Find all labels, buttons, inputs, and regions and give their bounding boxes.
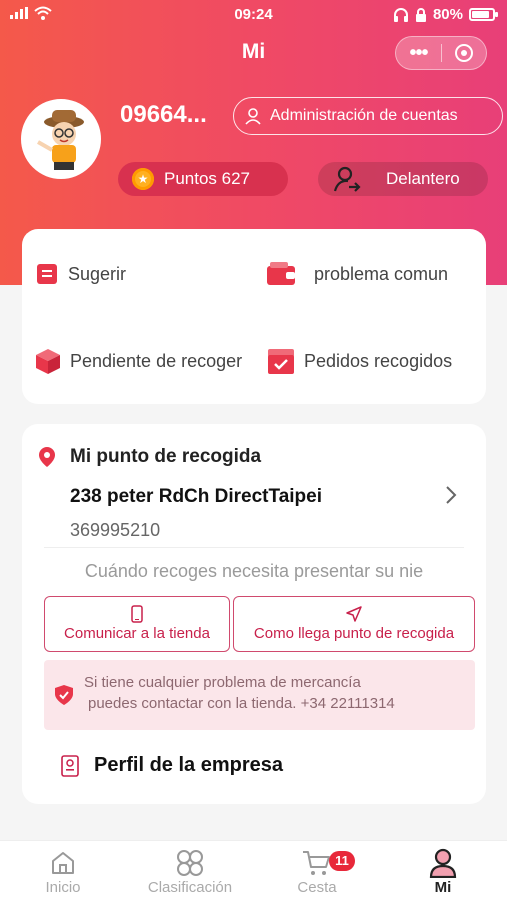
- status-right: 80%: [393, 6, 498, 23]
- service-item-pending[interactable]: Pendiente de recoger: [34, 347, 242, 375]
- cart-icon: [303, 851, 330, 875]
- headphones-icon: [393, 7, 408, 22]
- avatar-cartoon-icon: [24, 102, 98, 176]
- service-label: Pendiente de recoger: [70, 350, 243, 371]
- company-profile-label: Perfil de la empresa: [94, 754, 283, 776]
- mobile-phone-icon: [131, 605, 143, 623]
- checked-box-icon: [268, 349, 294, 374]
- points-badge[interactable]: Puntos 627: [118, 162, 288, 196]
- notice-box: Si tiene cualquier problema de mercancía…: [44, 660, 475, 730]
- cart-badge: 11: [329, 851, 355, 871]
- tab-cart[interactable]: Cesta 11: [254, 847, 380, 896]
- service-item-suggest[interactable]: Sugerir: [34, 261, 126, 287]
- directions-button[interactable]: Como llega punto de recogida: [233, 596, 475, 652]
- more-button[interactable]: •••: [396, 36, 441, 70]
- suggest-icon: [37, 264, 57, 284]
- pickup-phone: 369995210: [70, 520, 161, 540]
- user-arrow-icon: [334, 166, 361, 192]
- lock-rotation-icon: [415, 7, 426, 22]
- user-outline-icon: [245, 108, 261, 125]
- tab-label: Inicio: [45, 879, 81, 896]
- notice-line2: puedes contactar con la tienda. +34 2211…: [88, 695, 395, 712]
- points-label: Puntos 627: [164, 169, 251, 188]
- box-icon: [36, 349, 60, 374]
- target-icon: [454, 44, 473, 62]
- user-icon: [429, 848, 457, 878]
- navigation-arrow-icon: [346, 606, 362, 622]
- service-item-collected[interactable]: Pedidos recogidos: [266, 347, 452, 375]
- pickup-hint: Cuándo recoges necesita presentar su nie: [84, 561, 424, 581]
- level-badge[interactable]: Delantero: [318, 162, 488, 196]
- account-button-label: Administración de cuentas: [270, 107, 458, 124]
- wallet-icon: [267, 262, 295, 285]
- close-button[interactable]: [442, 44, 486, 62]
- pickup-address[interactable]: 238 peter RdCh DirectTaipei: [70, 486, 322, 508]
- contact-store-label: Comunicar a la tienda: [64, 625, 210, 642]
- pickup-card: Mi punto de recogida 238 peter RdCh Dire…: [22, 424, 486, 804]
- tab-label: Mi: [434, 879, 452, 896]
- service-label: problema comun: [314, 263, 449, 284]
- directions-label: Como llega punto de recogida: [253, 625, 455, 642]
- services-card: Sugerir problema comun Pendiente de reco…: [22, 229, 486, 404]
- category-icon: [177, 850, 203, 876]
- tab-me[interactable]: Mi: [380, 847, 506, 896]
- medal-icon: [132, 168, 154, 190]
- service-label: Sugerir: [68, 263, 127, 284]
- battery-icon: [469, 8, 498, 21]
- contact-store-button[interactable]: Comunicar a la tienda: [44, 596, 230, 652]
- battery-percent: 80%: [432, 6, 463, 23]
- service-item-faq[interactable]: problema comun: [266, 261, 448, 287]
- user-phone: 09664...: [120, 101, 207, 128]
- tab-label: Clasificación: [147, 879, 233, 896]
- service-label: Pedidos recogidos: [304, 350, 453, 371]
- company-profile-link[interactable]: Perfil de la empresa: [60, 754, 283, 777]
- tab-label: Cesta: [297, 879, 337, 896]
- account-management-button[interactable]: Administración de cuentas: [233, 97, 503, 135]
- notice-line1: Si tiene cualquier problema de mercancía: [84, 674, 361, 691]
- mini-program-capsule: •••: [395, 36, 487, 70]
- status-bar: 09:24 80%: [0, 0, 507, 30]
- pickup-title: Mi punto de recogida: [70, 446, 262, 467]
- level-label: Delantero: [386, 169, 460, 188]
- tab-category[interactable]: Clasificación: [127, 847, 253, 896]
- home-icon: [52, 852, 74, 874]
- company-doc-icon: [61, 754, 79, 777]
- pickup-title-row: Mi punto de recogida: [38, 446, 261, 468]
- location-pin-icon: [39, 447, 55, 467]
- chevron-right-icon[interactable]: [444, 484, 458, 506]
- divider: [44, 547, 464, 548]
- tab-bar: Inicio Clasificación Cesta 11 Mi: [0, 840, 507, 900]
- avatar[interactable]: [21, 99, 101, 179]
- shield-icon: [55, 685, 73, 705]
- tab-home[interactable]: Inicio: [0, 847, 126, 896]
